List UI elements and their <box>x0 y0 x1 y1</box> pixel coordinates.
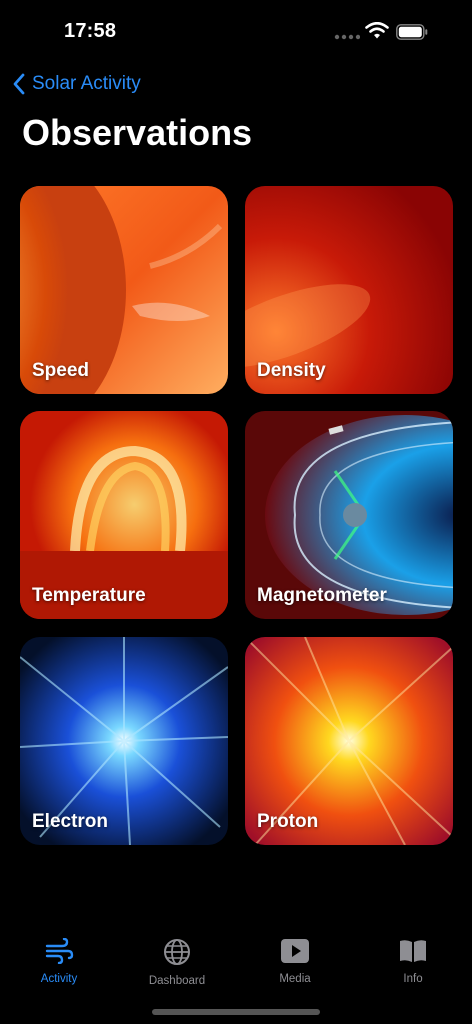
book-icon <box>400 940 426 962</box>
status-time: 17:58 <box>64 20 117 42</box>
tab-media-label: Media <box>279 973 311 985</box>
card-temperature-label: Temperature <box>32 585 146 606</box>
card-proton[interactable]: Proton <box>245 637 453 845</box>
card-proton-label: Proton <box>257 811 319 832</box>
tab-info[interactable]: Info <box>354 938 472 985</box>
globe-icon <box>164 939 190 965</box>
back-button-label: Solar Activity <box>32 73 141 94</box>
card-density-label: Density <box>257 360 326 381</box>
card-density[interactable]: Density <box>245 186 453 394</box>
tab-activity-label: Activity <box>40 973 78 985</box>
card-temperature[interactable]: Temperature <box>20 411 228 619</box>
tab-dashboard-label: Dashboard <box>148 975 206 987</box>
card-electron[interactable]: Electron <box>20 637 228 845</box>
back-button[interactable]: Solar Activity <box>12 68 141 100</box>
card-magnetometer-label: Magnetometer <box>257 585 387 606</box>
tab-dashboard[interactable]: Dashboard <box>118 938 236 987</box>
card-electron-label: Electron <box>32 811 109 832</box>
tab-activity[interactable]: Activity <box>0 937 118 985</box>
battery-icon <box>396 24 428 40</box>
signal-icon <box>334 34 360 40</box>
play-icon <box>281 939 309 963</box>
home-indicator <box>152 1009 320 1015</box>
page-title: Observations <box>22 112 253 153</box>
wifi-icon <box>365 22 389 39</box>
chevron-left-icon <box>13 73 25 95</box>
card-magnetometer[interactable]: Magnetometer <box>245 411 453 619</box>
tab-media[interactable]: Media <box>236 938 354 985</box>
wind-icon <box>45 937 74 965</box>
card-speed-label: Speed <box>32 360 90 381</box>
tab-info-label: Info <box>403 973 423 985</box>
card-speed[interactable]: Speed <box>20 186 228 394</box>
status-bar: 17:58 <box>0 0 472 60</box>
